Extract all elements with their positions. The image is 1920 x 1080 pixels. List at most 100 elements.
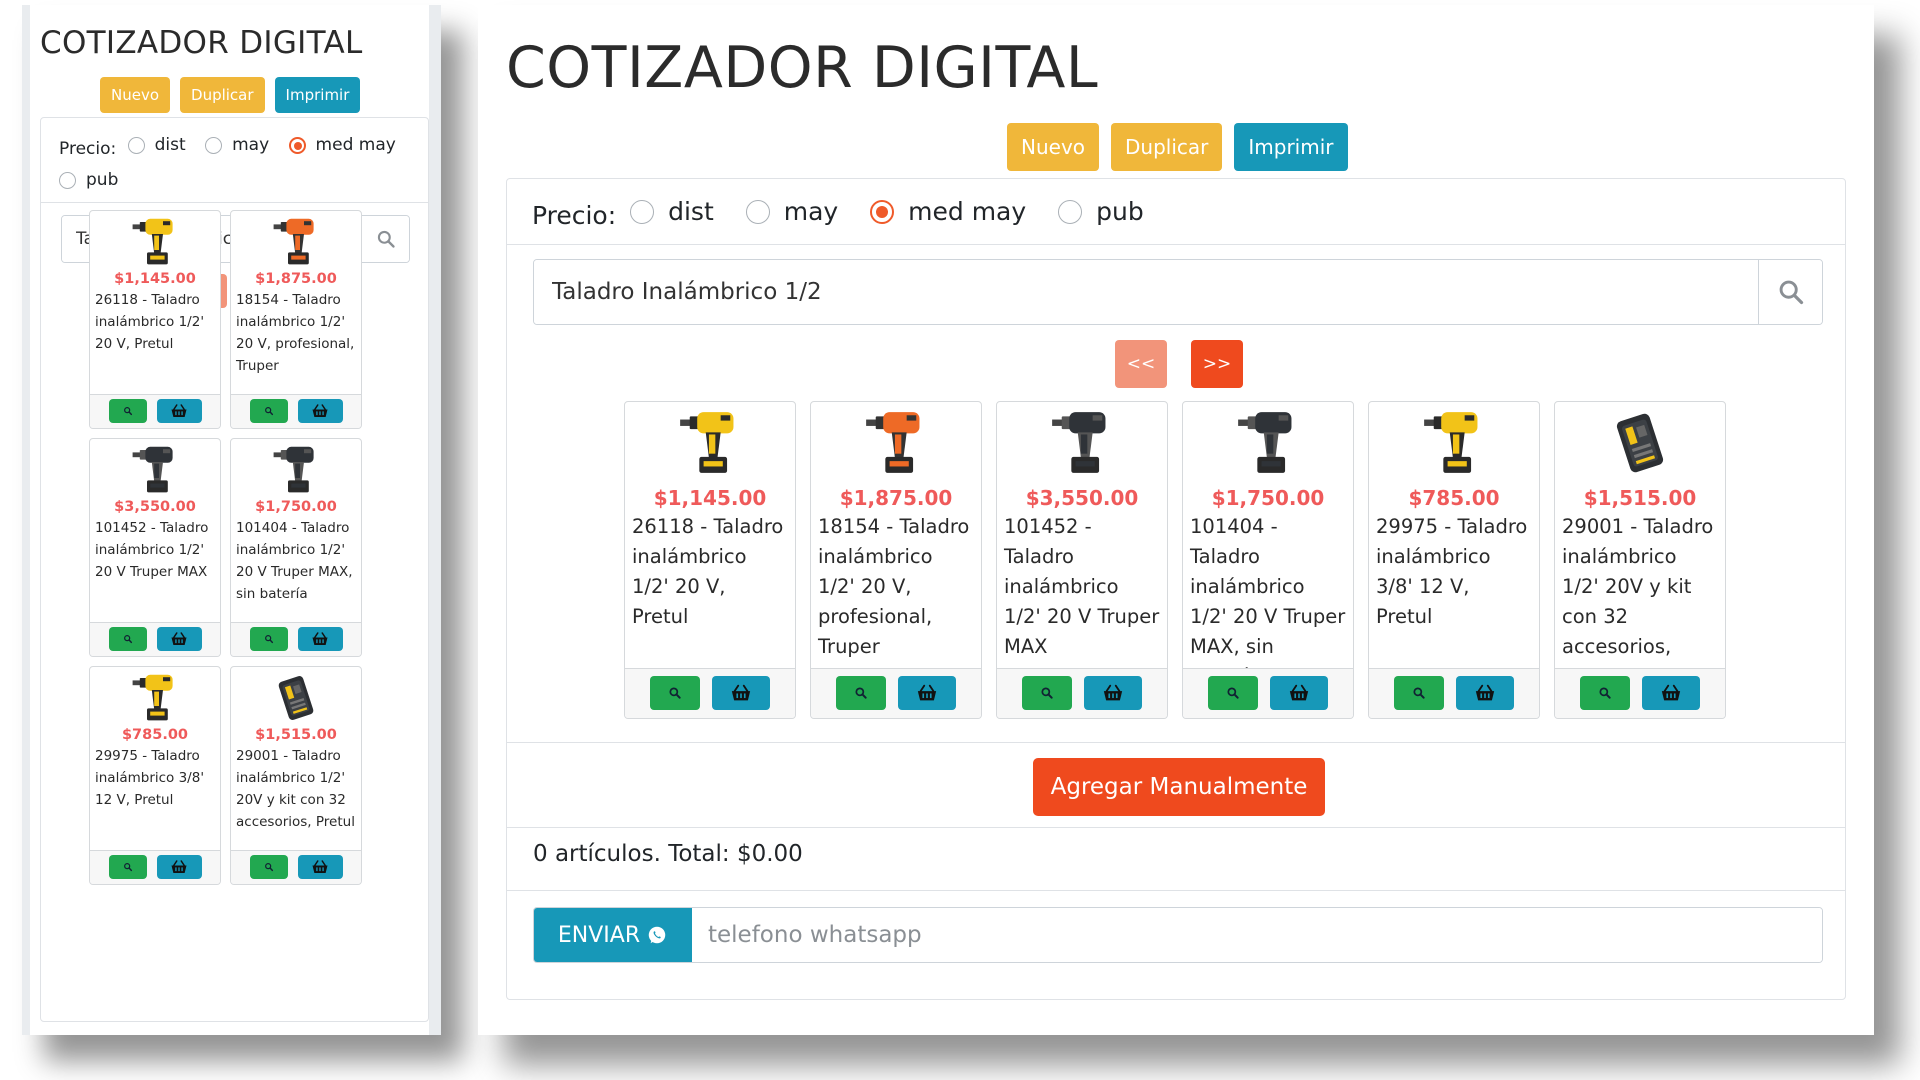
radio-med-may[interactable]: med may — [870, 194, 1026, 230]
product-actions — [231, 622, 361, 656]
imprimir-button[interactable]: Imprimir — [1234, 123, 1348, 171]
search-button[interactable] — [361, 216, 409, 262]
whatsapp-phone-input[interactable] — [692, 908, 1822, 962]
view-product-button[interactable] — [249, 399, 288, 423]
radio-icon[interactable] — [59, 172, 76, 189]
product-price: $785.00 — [1408, 486, 1500, 510]
product-image — [625, 402, 795, 482]
radio-icon[interactable] — [630, 200, 655, 224]
product-card: $3,550.00 101452 - Taladro inalámbrico 1/… — [996, 401, 1168, 719]
radio-selected-icon[interactable] — [288, 137, 306, 154]
product-description: 26118 - Taladro inalámbrico 1/2' 20 V, P… — [632, 515, 784, 628]
product-image — [231, 211, 361, 271]
view-product-button[interactable] — [1394, 676, 1444, 710]
view-icon — [123, 407, 132, 416]
drill-yellow-icon — [131, 214, 179, 271]
send-label: ENVIAR — [557, 922, 641, 948]
radio-pub[interactable]: pub — [59, 165, 118, 196]
add-to-cart-button[interactable] — [1270, 676, 1328, 710]
nuevo-button[interactable]: Nuevo — [1007, 123, 1100, 171]
duplicar-button[interactable]: Duplicar — [180, 77, 265, 113]
radio-pub[interactable]: pub — [1058, 194, 1144, 230]
radio-may[interactable]: may — [745, 194, 838, 230]
imprimir-button[interactable]: Imprimir — [274, 77, 361, 113]
add-to-cart-button[interactable] — [297, 855, 343, 879]
product-description: 29975 - Taladro inalámbrico 3/8' 12 V, P… — [95, 748, 205, 808]
product-card: $1,875.00 18154 - Taladro inalámbrico 1/2… — [230, 210, 362, 429]
price-label: Precio: — [59, 139, 117, 159]
drill-orange-icon — [272, 214, 320, 271]
drill-yellow-icon — [1422, 405, 1486, 482]
product-description: 101404 - Taladro inalámbrico 1/2' 20 V T… — [1190, 515, 1346, 688]
radio-dist[interactable]: dist — [127, 130, 186, 161]
product-image — [231, 667, 361, 727]
basket-icon — [171, 860, 187, 873]
add-to-cart-button[interactable] — [1084, 676, 1142, 710]
view-product-button[interactable] — [650, 676, 700, 710]
desktop-preview-panel: COTIZADOR DIGITAL Nuevo Duplicar Imprimi… — [478, 5, 1874, 1035]
prev-page-button[interactable]: << — [1115, 340, 1167, 388]
add-to-cart-button[interactable] — [297, 399, 343, 423]
radio-selected-icon[interactable] — [870, 200, 895, 224]
radio-icon[interactable] — [127, 137, 145, 154]
view-product-button[interactable] — [1208, 676, 1258, 710]
add-to-cart-button[interactable] — [156, 627, 202, 651]
send-whatsapp-button[interactable]: ENVIAR — [534, 908, 692, 962]
search-bar — [533, 259, 1823, 325]
nuevo-button[interactable]: Nuevo — [100, 77, 171, 113]
price-label: Precio: — [532, 201, 617, 230]
basket-icon — [1475, 684, 1495, 701]
product-image — [1369, 402, 1539, 482]
view-product-button[interactable] — [836, 676, 886, 710]
add-to-cart-button[interactable] — [898, 676, 956, 710]
product-price: $1,750.00 — [1211, 486, 1325, 510]
view-product-button[interactable] — [108, 627, 147, 651]
add-to-cart-button[interactable] — [712, 676, 770, 710]
product-image — [1555, 402, 1725, 482]
product-card: $1,145.00 26118 - Taladro inalámbrico 1/2… — [624, 401, 796, 719]
divider — [507, 244, 1845, 245]
product-card: $1,750.00 101404 - Taladro inalámbrico 1/… — [1182, 401, 1354, 719]
view-product-button[interactable] — [1580, 676, 1630, 710]
view-product-button[interactable] — [1022, 676, 1072, 710]
radio-icon[interactable] — [745, 200, 770, 224]
product-actions — [625, 668, 795, 718]
product-actions — [231, 394, 361, 428]
product-card: $1,515.00 29001 - Taladro inalámbrico 1/2… — [1554, 401, 1726, 719]
search-button[interactable] — [1758, 260, 1822, 324]
radio-dist[interactable]: dist — [630, 194, 714, 230]
view-product-button[interactable] — [249, 627, 288, 651]
product-actions — [90, 394, 220, 428]
product-image — [811, 402, 981, 482]
view-icon — [669, 687, 681, 699]
action-buttons: Nuevo Duplicar Imprimir — [1007, 123, 1348, 171]
product-card: $1,750.00 101404 - Taladro inalámbrico 1/… — [230, 438, 362, 657]
add-to-cart-button[interactable] — [297, 627, 343, 651]
radio-may[interactable]: may — [205, 130, 269, 161]
radio-icon[interactable] — [1058, 200, 1083, 224]
product-card: $1,515.00 29001 - Taladro inalámbrico 1/2… — [230, 666, 362, 885]
duplicar-button[interactable]: Duplicar — [1111, 123, 1223, 171]
view-product-button[interactable] — [108, 855, 147, 879]
product-price: $1,750.00 — [255, 499, 337, 515]
mobile-preview-panel: COTIZADOR DIGITAL Nuevo Duplicar Imprimi… — [22, 5, 441, 1035]
radio-med-may[interactable]: med may — [288, 130, 396, 161]
radio-icon[interactable] — [205, 137, 223, 154]
search-input[interactable] — [534, 260, 1758, 324]
add-to-cart-button[interactable] — [156, 399, 202, 423]
add-to-cart-button[interactable] — [1456, 676, 1514, 710]
product-image — [90, 667, 220, 727]
whatsapp-send-group: ENVIAR — [533, 907, 1823, 963]
basket-icon — [1661, 684, 1681, 701]
product-actions — [997, 668, 1167, 718]
view-product-button[interactable] — [249, 855, 288, 879]
product-card: $1,145.00 26118 - Taladro inalámbrico 1/2… — [89, 210, 221, 429]
add-to-cart-button[interactable] — [1642, 676, 1700, 710]
add-manually-button[interactable]: Agregar Manualmente — [1033, 758, 1325, 816]
basket-icon — [731, 684, 751, 701]
next-page-button[interactable]: >> — [1191, 340, 1243, 388]
view-product-button[interactable] — [108, 399, 147, 423]
add-to-cart-button[interactable] — [156, 855, 202, 879]
drill-black-icon — [1236, 405, 1300, 482]
product-grid: $1,145.00 26118 - Taladro inalámbrico 1/2… — [89, 210, 362, 885]
